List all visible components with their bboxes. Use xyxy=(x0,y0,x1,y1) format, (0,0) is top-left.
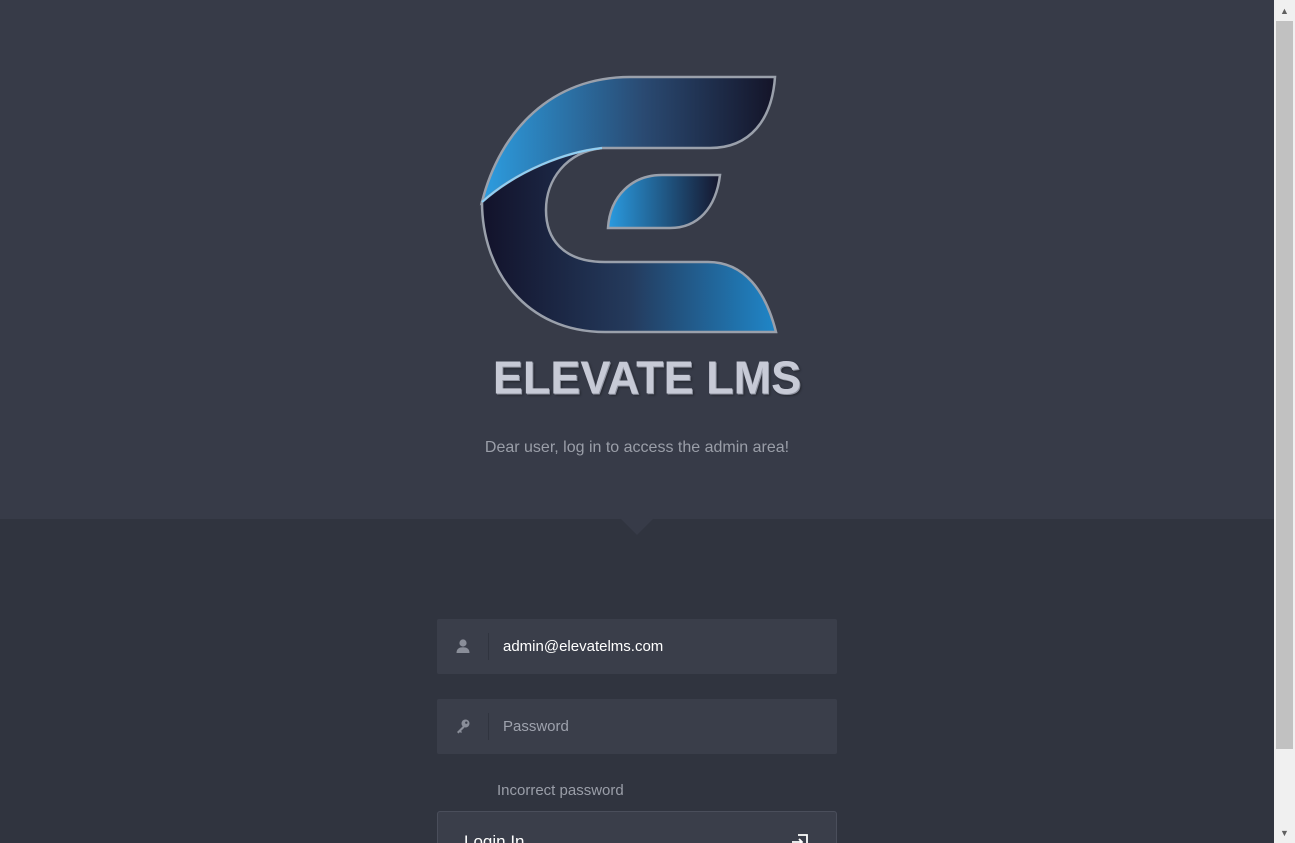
email-input[interactable] xyxy=(503,619,823,674)
user-icon xyxy=(456,639,470,653)
login-button[interactable]: Login In xyxy=(437,811,837,843)
field-divider xyxy=(488,633,489,660)
field-divider xyxy=(488,713,489,740)
error-message: Incorrect password xyxy=(497,782,624,799)
scrollbar-thumb[interactable] xyxy=(1276,21,1293,749)
password-field xyxy=(437,699,837,754)
elevate-logo xyxy=(479,75,778,334)
brand-name: ELEVATE LMS xyxy=(492,351,802,404)
scroll-up-arrow-icon[interactable]: ▲ xyxy=(1274,2,1295,19)
header-panel: ELEVATE LMS Dear user, log in to access … xyxy=(0,0,1274,519)
scroll-down-arrow-icon[interactable]: ▼ xyxy=(1274,824,1295,841)
email-field xyxy=(437,619,837,674)
page-subtitle: Dear user, log in to access the admin ar… xyxy=(484,439,790,456)
login-page: ELEVATE LMS Dear user, log in to access … xyxy=(0,0,1274,843)
login-button-label: Login In xyxy=(464,832,525,843)
password-input[interactable] xyxy=(503,699,823,754)
login-icon xyxy=(792,834,808,843)
vertical-scrollbar[interactable]: ▲ ▼ xyxy=(1274,0,1295,843)
key-icon xyxy=(457,719,470,734)
panel-pointer xyxy=(620,518,654,535)
